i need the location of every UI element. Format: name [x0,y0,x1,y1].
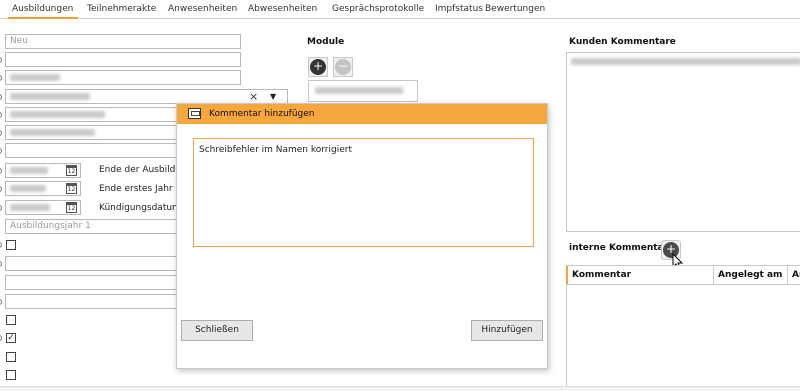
field-marker [0,299,2,305]
plus-icon: + [310,59,326,75]
minus-icon: − [335,59,351,75]
column-ar[interactable]: Ar [788,266,800,284]
field-marker [0,148,2,154]
column-kommentar[interactable]: Kommentar [568,266,714,284]
field-marker [0,57,2,63]
text-field-1[interactable] [5,52,241,67]
redacted-date [10,204,50,211]
add-module-button[interactable]: + [308,57,328,77]
label-end-training: Ende der Ausbildun [99,165,187,175]
column-angelegt-am[interactable]: Angelegt am [714,266,788,284]
close-button[interactable]: Schließen [181,320,253,341]
redacted-value [10,129,95,136]
field-marker [0,335,2,341]
field-marker [0,205,2,211]
text-field-2[interactable] [5,70,241,85]
dialog-title: Kommentar hinzufügen [209,109,315,119]
window-icon [188,108,201,119]
calendar-icon[interactable]: 12 [66,202,77,213]
tab-teilnehmerakte[interactable]: Teilnehmerakte [87,0,156,19]
add-comment-dialog: Kommentar hinzufügen Schreibfehler im Na… [176,103,548,369]
label-termination-date: Kündigungsdatum [99,203,181,213]
checkbox-3[interactable]: ✓ [6,333,16,343]
tab-ausbildungen[interactable]: Ausbildungen [8,0,78,19]
remove-module-button[interactable]: − [333,57,353,77]
grid-border [566,285,567,391]
label-end-first-year: Ende erstes Jahr [99,184,173,194]
field-marker [0,261,2,267]
bottom-bar [0,386,800,391]
field-marker [0,186,2,192]
internal-comments-title: interne Kommentare [569,243,675,253]
dialog-header: Kommentar hinzufügen [177,104,547,124]
comment-textarea[interactable]: Schreibfehler im Namen korrigiert [193,138,534,247]
module-list[interactable] [308,80,418,102]
checkbox-2[interactable] [6,315,16,325]
module-title: Module [307,37,345,47]
field-marker [0,75,2,81]
redacted-value [10,111,105,118]
redacted-value [10,74,60,81]
field-marker [0,242,2,248]
add-button[interactable]: Hinzufügen [471,320,543,341]
tab-bewertungen[interactable]: Bewertungen [485,0,545,19]
clear-icon[interactable]: × [249,90,258,103]
customer-comments-title: Kunden Kommentare [569,37,676,47]
tab-gespraechsprotokolle[interactable]: Gesprächsprotokolle [332,0,424,19]
field-marker [0,168,2,174]
tab-abwesenheiten[interactable]: Abwesenheiten [248,0,317,19]
status-value: Neu [10,36,28,46]
date-field-termination[interactable]: 12 [5,200,81,215]
redacted-module [315,87,403,94]
status-field[interactable]: Neu [5,34,241,49]
field-marker [0,130,2,136]
field-marker [0,112,2,118]
checkbox-5[interactable] [6,370,16,380]
chevron-down-icon[interactable]: ▼ [270,90,276,103]
tab-bar: Ausbildungen Teilnehmerakte Anwesenheite… [0,0,800,19]
redacted-value [10,93,90,100]
redacted-date [10,167,48,174]
checkbox-4[interactable] [6,352,16,362]
date-field-end-training[interactable]: 12 [5,163,81,178]
tab-anwesenheiten[interactable]: Anwesenheiten [168,0,237,19]
field-marker [0,94,2,100]
tab-impfstatus[interactable]: Impfstatus [435,0,483,19]
customer-comments-box[interactable] [566,52,800,232]
internal-comments-grid-header: Kommentar Angelegt am Ar [566,265,800,285]
calendar-icon[interactable]: 12 [66,183,77,194]
calendar-icon[interactable]: 12 [66,165,77,176]
date-field-end-first-year[interactable]: 12 [5,181,81,196]
checkbox-1[interactable] [6,240,16,250]
company-dropdown[interactable]: × ▼ [5,89,288,104]
redacted-date [10,185,46,192]
redacted-comment [571,58,800,65]
